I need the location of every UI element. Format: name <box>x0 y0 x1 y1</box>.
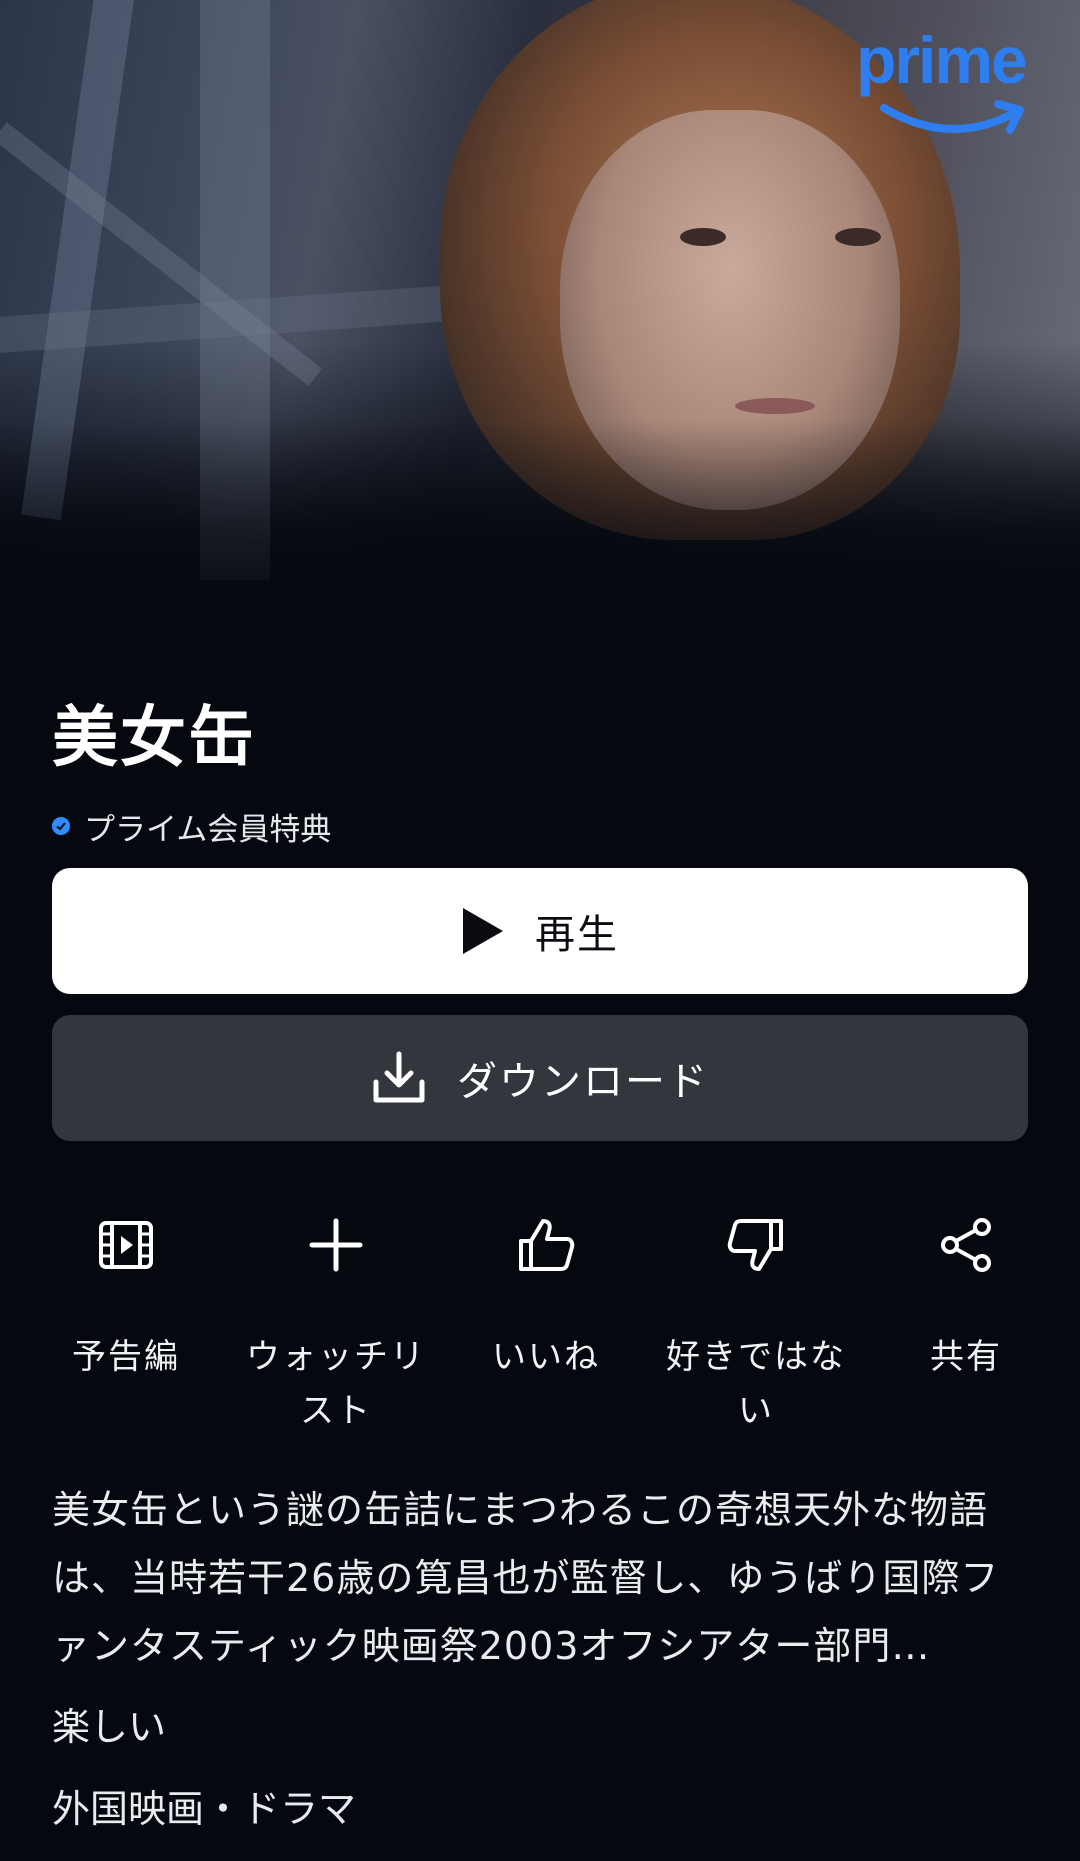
download-button-label: ダウンロード <box>457 1059 709 1105</box>
prime-logo: prime <box>856 20 1040 140</box>
dislike-button[interactable]: 好きではない <box>651 1210 861 1438</box>
smile-arrow-icon <box>880 100 1024 134</box>
download-button[interactable]: ダウンロード <box>52 1015 1028 1141</box>
description[interactable]: 美女缶という謎の缶詰にまつわるこの奇想天外な物語は、当時若干26歳の筧昌也が監督… <box>52 1476 1032 1680</box>
thumbs-up-icon <box>519 1219 575 1271</box>
play-button-label: 再生 <box>535 912 619 958</box>
share-button[interactable]: 共有 <box>861 1210 1071 1384</box>
dislike-label: 好きではない <box>666 1337 846 1431</box>
action-bar: 予告編 ウォッチリスト いいね 好きではない 共有 <box>0 1210 1080 1440</box>
mood-tag: 楽しい <box>52 1705 167 1749</box>
play-button[interactable]: 再生 <box>52 868 1028 994</box>
like-label: いいね <box>492 1337 600 1377</box>
watchlist-button[interactable]: ウォッチリスト <box>231 1210 441 1438</box>
plus-icon <box>309 1218 363 1272</box>
prime-benefit-label: プライム会員特典 <box>84 811 332 848</box>
page-title: 美女缶 <box>52 699 256 776</box>
share-label: 共有 <box>930 1337 1002 1377</box>
like-button[interactable]: いいね <box>441 1210 651 1384</box>
thumbs-down-icon <box>727 1219 783 1271</box>
prime-benefit-badge: プライム会員特典 <box>52 804 331 848</box>
trailer-label: 予告編 <box>72 1337 180 1377</box>
trailer-button[interactable]: 予告編 <box>21 1210 231 1384</box>
check-circle-icon <box>52 817 70 835</box>
download-icon <box>373 1051 425 1103</box>
share-icon <box>941 1218 991 1272</box>
genre-tags: 外国映画・ドラマ <box>52 1787 357 1831</box>
watchlist-label: ウォッチリスト <box>246 1337 426 1431</box>
play-icon <box>463 908 503 954</box>
film-icon <box>99 1221 153 1269</box>
